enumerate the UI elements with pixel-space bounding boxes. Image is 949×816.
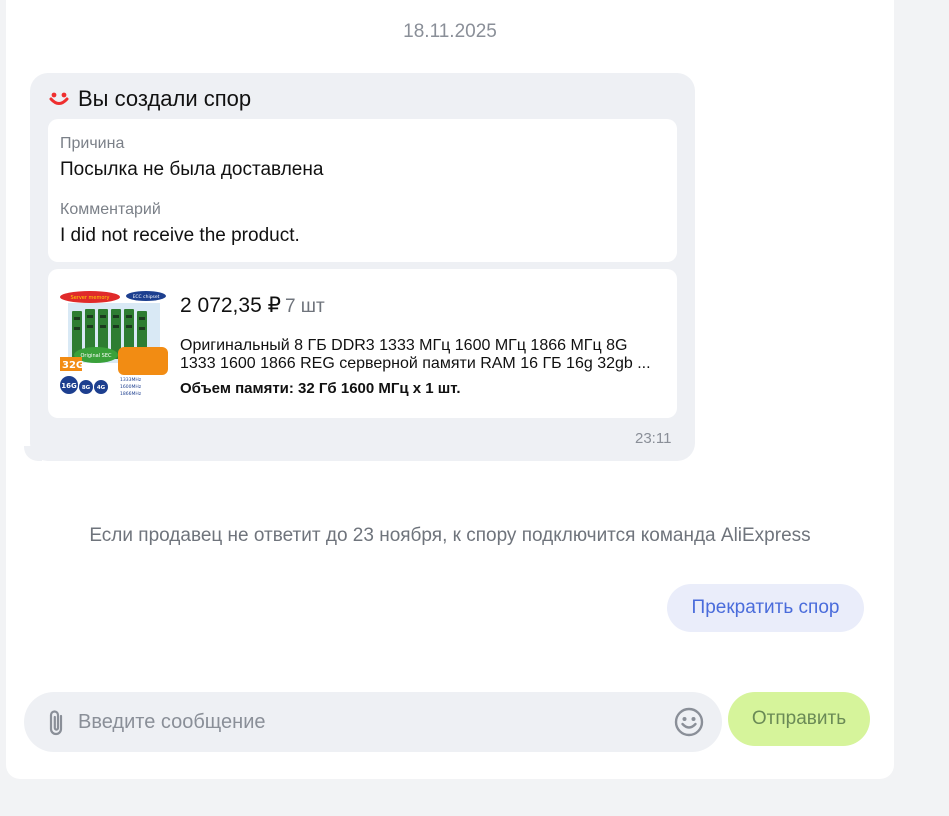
product-image-label-4: 16G	[61, 382, 77, 390]
product-image-label-0: Server memory	[71, 295, 110, 301]
dispute-title-text: Вы создали спор	[78, 86, 252, 111]
smile-logo-icon	[49, 92, 69, 105]
emoji-icon[interactable]	[674, 707, 704, 737]
product-title[interactable]: Оригинальный 8 ГБ DDR3 1333 МГц 1600 МГц…	[180, 337, 665, 373]
send-button[interactable]: Отправить	[728, 692, 870, 746]
product-image-label-8: 1600MHz	[120, 384, 142, 390]
product-image-label-7: 1333MHz	[120, 377, 142, 383]
dispute-title: Вы создали спор	[48, 86, 251, 112]
reason-value: Посылка не была доставлена	[60, 159, 324, 180]
comment-label: Комментарий	[60, 201, 161, 218]
comment-value: I did not receive the product.	[60, 225, 300, 246]
product-price-line: 2 072,35 ₽7 шт	[180, 293, 325, 318]
product-image-label-2: Original SEC	[81, 353, 112, 359]
message-time: 23:11	[635, 430, 672, 447]
product-image-label-6: 4G	[97, 385, 106, 391]
product-variant: Объем памяти: 32 Гб 1600 МГц x 1 шт.	[180, 380, 461, 397]
message-input[interactable]	[78, 692, 658, 752]
message-composer	[24, 692, 722, 752]
product-image-label-3: 32G	[62, 360, 84, 371]
product-image-label-5: 8G	[82, 385, 91, 391]
product-price: 2 072,35 ₽	[180, 294, 281, 317]
stop-dispute-button[interactable]: Прекратить спор	[667, 584, 864, 632]
reason-card: Причина Посылка не была доставлена Комме…	[48, 119, 677, 262]
product-quantity: 7 шт	[284, 296, 325, 317]
product-card[interactable]: Server memory ECC chipset Original SEC 3…	[48, 269, 677, 418]
product-image[interactable]: Server memory ECC chipset Original SEC 3…	[60, 291, 168, 399]
paperclip-icon[interactable]	[46, 708, 68, 738]
product-image-label-9: 1866MHz	[120, 391, 142, 397]
product-image-label-1: ECC chipset	[133, 294, 160, 300]
reason-label: Причина	[60, 135, 125, 152]
dispute-notice: Если продавец не ответит до 23 ноября, к…	[89, 525, 811, 546]
date-separator: 18.11.2025	[403, 21, 497, 42]
